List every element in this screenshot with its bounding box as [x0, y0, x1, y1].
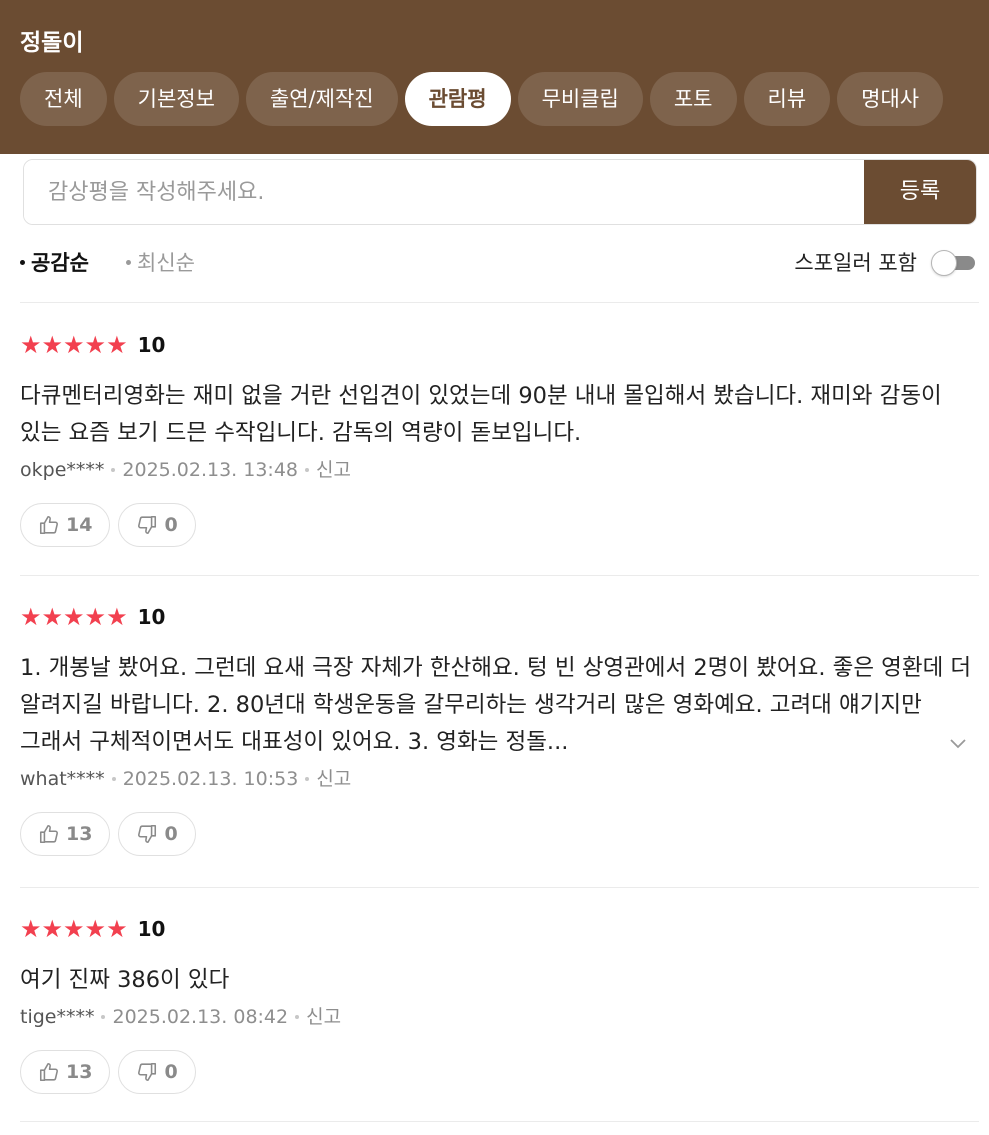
reviewer-id: tige**** — [20, 1006, 95, 1028]
divider — [20, 302, 979, 303]
separator-dot — [305, 776, 310, 781]
report-link[interactable]: 신고 — [316, 459, 351, 481]
tab-basic-info[interactable]: 기본정보 — [113, 72, 239, 126]
report-link[interactable]: 신고 — [316, 768, 351, 790]
dislike-button[interactable]: 0 — [118, 503, 196, 547]
like-button[interactable]: 13 — [20, 812, 111, 856]
thumbs-down-icon — [138, 824, 157, 844]
divider — [20, 887, 979, 888]
tab-bar: 전체 기본정보 출연/제작진 관람평 무비클립 포토 리뷰 명대사 — [20, 72, 944, 126]
thumbs-down-icon — [138, 1062, 157, 1082]
review-input-box: 등록 — [23, 159, 977, 225]
bullet-dot — [126, 259, 131, 265]
separator-dot — [111, 776, 116, 781]
sort-bar: 공감순 최신순 스포일러 포함 — [20, 244, 977, 282]
movie-title: 정돌이 — [20, 30, 84, 56]
chevron-down-icon[interactable] — [943, 729, 973, 759]
review-item: ★★★★★ 10 여기 진짜 386이 있다 tige**** 2025.02.1… — [20, 914, 979, 1094]
rating-row: ★★★★★ 10 — [20, 602, 979, 632]
report-link[interactable]: 신고 — [306, 1006, 341, 1028]
review-date: 2025.02.13. 13:48 — [122, 459, 299, 481]
dislike-button[interactable]: 0 — [118, 812, 196, 856]
review-date: 2025.02.13. 08:42 — [112, 1006, 289, 1028]
divider — [20, 575, 979, 576]
tab-photos[interactable]: 포토 — [649, 72, 737, 126]
thumbs-down-icon — [138, 515, 157, 535]
thumbs-up-icon — [39, 515, 58, 535]
sort-by-likes[interactable]: 공감순 — [20, 244, 89, 282]
submit-review-button[interactable]: 등록 — [864, 160, 976, 224]
review-item: ★★★★★ 10 다큐멘터리영화는 재미 없을 거란 선입견이 있었는데 90분… — [20, 330, 979, 547]
spoiler-toggle-label: 스포일러 포함 — [794, 251, 917, 275]
thumbs-up-icon — [39, 1062, 58, 1082]
review-meta: tige**** 2025.02.13. 08:42 신고 — [20, 1001, 979, 1033]
review-text: 다큐멘터리영화는 재미 없을 거란 선입견이 있었는데 90분 내내 몰입해서 … — [20, 383, 942, 446]
sort-by-latest-label: 최신순 — [137, 251, 195, 275]
vote-actions: 13 0 — [20, 1050, 979, 1094]
dislike-button[interactable]: 0 — [118, 1050, 196, 1094]
reviewer-id: okpe**** — [20, 459, 105, 481]
rating-score: 10 — [137, 605, 166, 629]
review-text-container: 1. 개봉날 봤어요. 그런데 요새 극장 자체가 한산해요. 텅 빈 상영관에… — [20, 650, 979, 761]
like-button[interactable]: 14 — [20, 503, 111, 547]
review-text: 1. 개봉날 봤어요. 그런데 요새 극장 자체가 한산해요. 텅 빈 상영관에… — [20, 655, 972, 755]
tab-audience-reviews[interactable]: 관람평 — [404, 72, 511, 126]
bullet-dot — [20, 259, 25, 265]
rating-row: ★★★★★ 10 — [20, 914, 979, 944]
spoiler-toggle[interactable] — [931, 250, 977, 276]
vote-actions: 13 0 — [20, 812, 979, 856]
sort-by-likes-label: 공감순 — [31, 251, 89, 275]
dislike-count: 0 — [164, 823, 178, 845]
dislike-count: 0 — [164, 1061, 178, 1083]
like-count: 13 — [66, 1061, 93, 1083]
star-rating-icon: ★★★★★ — [20, 331, 128, 359]
tab-reviews[interactable]: 리뷰 — [743, 72, 831, 126]
reviewer-id: what**** — [20, 768, 105, 790]
review-meta: okpe**** 2025.02.13. 13:48 신고 — [20, 454, 979, 486]
review-item: ★★★★★ 10 1. 개봉날 봤어요. 그런데 요새 극장 자체가 한산해요.… — [20, 602, 979, 856]
separator-dot — [111, 467, 116, 472]
like-count: 13 — [66, 823, 93, 845]
movie-header: 정돌이 전체 기본정보 출연/제작진 관람평 무비클립 포토 리뷰 명대사 — [0, 0, 989, 154]
rating-row: ★★★★★ 10 — [20, 330, 979, 360]
tab-cast-crew[interactable]: 출연/제작진 — [245, 72, 398, 126]
review-meta: what**** 2025.02.13. 10:53 신고 — [20, 763, 979, 795]
review-date: 2025.02.13. 10:53 — [122, 768, 299, 790]
review-text-input[interactable] — [24, 160, 864, 224]
star-rating-icon: ★★★★★ — [20, 603, 128, 631]
thumbs-up-icon — [39, 824, 58, 844]
separator-dot — [101, 1014, 106, 1019]
tab-famous-lines[interactable]: 명대사 — [837, 72, 944, 126]
sort-by-latest[interactable]: 최신순 — [126, 244, 195, 282]
vote-actions: 14 0 — [20, 503, 979, 547]
rating-score: 10 — [137, 917, 166, 941]
divider — [20, 1121, 979, 1122]
toggle-knob — [931, 250, 957, 276]
tab-all[interactable]: 전체 — [20, 72, 107, 126]
star-rating-icon: ★★★★★ — [20, 915, 128, 943]
tab-movie-clips[interactable]: 무비클립 — [517, 72, 643, 126]
like-button[interactable]: 13 — [20, 1050, 111, 1094]
review-text: 여기 진짜 386이 있다 — [20, 967, 230, 993]
like-count: 14 — [66, 514, 93, 536]
separator-dot — [305, 467, 310, 472]
separator-dot — [295, 1014, 300, 1019]
rating-score: 10 — [137, 333, 166, 357]
dislike-count: 0 — [164, 514, 178, 536]
